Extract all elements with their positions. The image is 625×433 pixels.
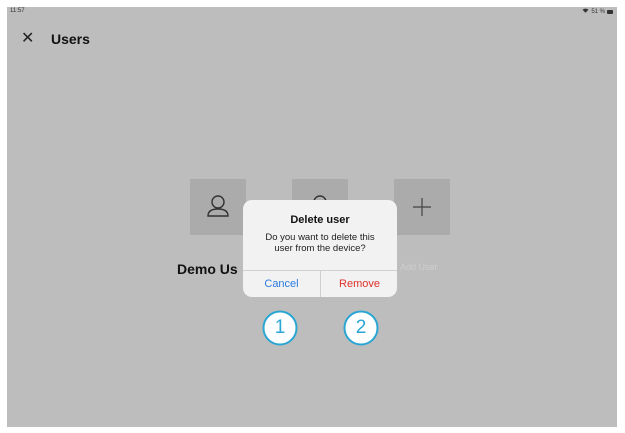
callout-marker-1: 1 <box>262 310 298 346</box>
alert-message: Do you want to delete this user from the… <box>265 232 375 254</box>
battery-icon <box>607 9 613 14</box>
user-label-demo: Demo Us <box>177 261 238 277</box>
remove-button[interactable]: Remove <box>321 271 397 297</box>
cancel-button[interactable]: Cancel <box>243 271 320 297</box>
status-indicators: 51 % <box>582 8 613 15</box>
nav-bar: ✕ Users <box>7 29 617 51</box>
battery-percent: 51 % <box>591 8 605 15</box>
close-icon[interactable]: ✕ <box>21 31 34 47</box>
status-bar: 11:57 51 % <box>7 7 617 17</box>
wifi-icon <box>582 8 589 15</box>
add-user-label: Add User <box>400 262 438 272</box>
device-screen: 11:57 51 % ✕ Users Demo Us Add User Dele… <box>7 7 617 427</box>
plus-icon <box>394 179 450 235</box>
user-tile-demo[interactable] <box>190 179 246 235</box>
callout-number: 2 <box>355 317 367 338</box>
status-time: 11:57 <box>10 8 25 14</box>
person-icon <box>190 179 246 235</box>
add-user-tile[interactable] <box>394 179 450 235</box>
callout-marker-2: 2 <box>343 310 379 346</box>
alert-title: Delete user <box>290 214 350 226</box>
delete-user-alert: Delete user Do you want to delete this u… <box>243 200 397 297</box>
callout-number: 1 <box>274 317 286 338</box>
page-title: Users <box>51 31 90 47</box>
